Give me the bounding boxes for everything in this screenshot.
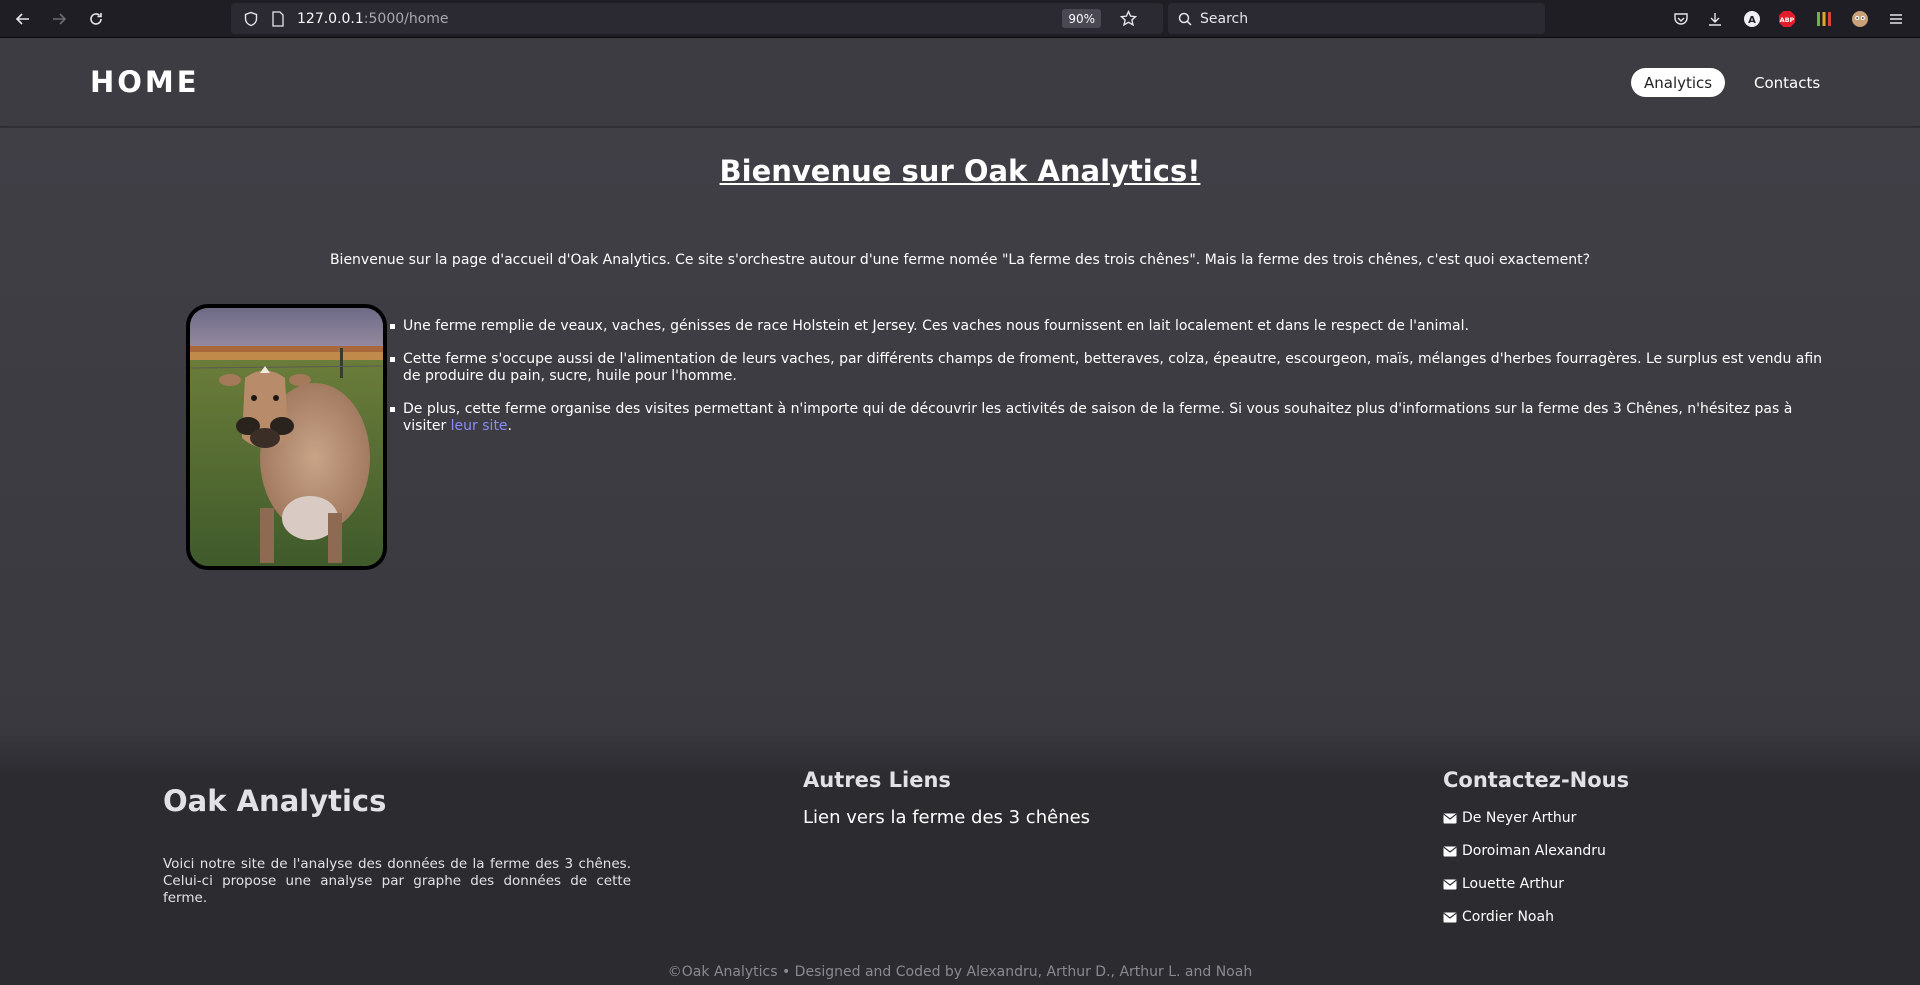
brand-title[interactable]: HOME [90,65,200,99]
zoom-badge[interactable]: 90% [1062,9,1101,28]
cow-image [186,304,387,570]
url-path: :5000/home [363,10,449,27]
copyright: ©Oak Analytics • Designed and Coded by A… [667,964,1253,980]
account-icon[interactable]: A [1741,8,1763,30]
menu-icon[interactable] [1885,8,1907,30]
url-host: 127.0.0.1 [297,10,364,27]
profile-icon[interactable] [1849,8,1871,30]
search-bar[interactable] [1168,3,1545,34]
nav-analytics[interactable]: Analytics [1631,68,1726,97]
envelope-icon [1443,879,1457,889]
footer: Oak Analytics Voici notre site de l'anal… [0,728,1920,985]
envelope-icon [1443,846,1457,856]
main-content: Bienvenue sur Oak Analytics! Bienvenue s… [0,128,1920,728]
contact-item[interactable]: Doroiman Alexandru [1443,843,1606,859]
browser-toolbar: 127.0.0.1:5000/home 90% A ABP [0,0,1920,38]
nav-contacts[interactable]: Contacts [1743,68,1831,97]
farm-site-link[interactable]: leur site [451,418,508,434]
feature-list: Une ferme remplie de veaux, vaches, géni… [390,318,1835,451]
star-icon[interactable] [1120,10,1137,27]
reload-icon[interactable] [78,1,114,37]
page-title: Bienvenue sur Oak Analytics! [719,154,1201,188]
visit-end: . [507,418,512,434]
contact-name: Doroiman Alexandru [1462,843,1606,859]
contact-name: Cordier Noah [1462,909,1554,925]
download-icon[interactable] [1704,8,1726,30]
list-item: Une ferme remplie de veaux, vaches, géni… [390,318,1835,335]
search-input[interactable] [1200,10,1520,27]
contact-item[interactable]: De Neyer Arthur [1443,810,1576,826]
adblock-label: ABP [1780,16,1795,24]
footer-links-title: Autres Liens [803,768,951,792]
footer-contact-title: Contactez-Nous [1443,768,1630,792]
url-text[interactable]: 127.0.0.1:5000/home [297,11,449,27]
intro-text: Bienvenue sur la page d'accueil d'Oak An… [329,252,1591,268]
farm-link[interactable]: Lien vers la ferme des 3 chênes [803,807,1090,828]
envelope-icon [1443,813,1457,823]
shield-icon[interactable] [243,11,259,27]
envelope-icon [1443,912,1457,922]
list-item: De plus, cette ferme organise des visite… [390,401,1835,435]
contact-name: De Neyer Arthur [1462,810,1577,826]
contact-item[interactable]: Louette Arthur [1443,876,1564,892]
adblock-icon[interactable]: ABP [1776,8,1798,30]
visit-text: De plus, cette ferme organise des visite… [403,401,1793,434]
back-icon[interactable] [5,1,41,37]
footer-brand: Oak Analytics [163,784,387,818]
forward-icon[interactable] [41,1,77,37]
contact-name: Louette Arthur [1462,876,1564,892]
extension-icon[interactable] [1813,8,1835,30]
contact-item[interactable]: Cordier Noah [1443,909,1554,925]
account-letter: A [1748,15,1756,26]
page-icon[interactable] [271,10,285,27]
address-bar[interactable]: 127.0.0.1:5000/home 90% [231,3,1163,34]
site-header: HOME Analytics Contacts [0,38,1920,127]
footer-description: Voici notre site de l'analyse des donnée… [163,856,631,906]
list-item: Cette ferme s'occupe aussi de l'alimenta… [390,351,1835,385]
pocket-icon[interactable] [1670,8,1692,30]
search-icon [1178,12,1192,26]
